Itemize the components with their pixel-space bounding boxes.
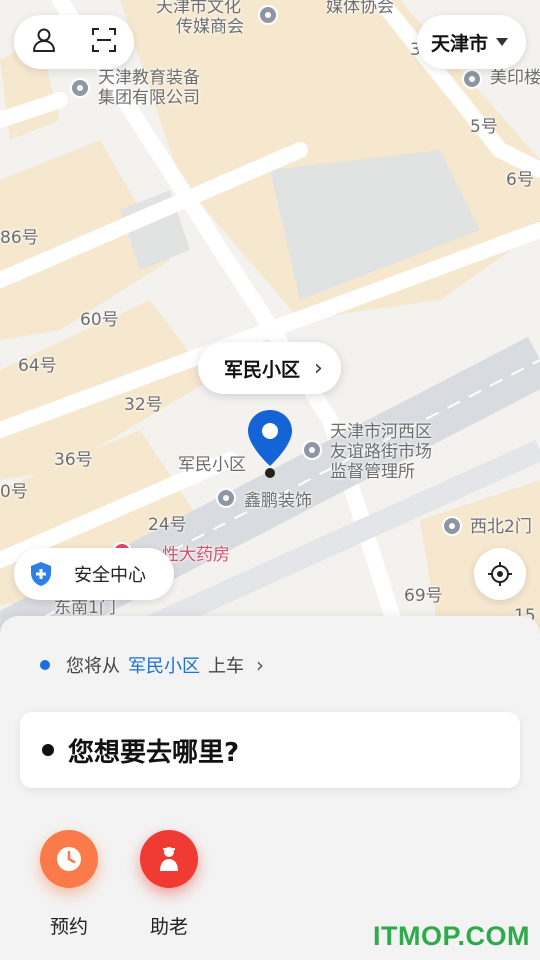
map-label: 32号	[124, 395, 163, 415]
destination-placeholder: 您想要去哪里?	[68, 737, 240, 768]
chevron-right-icon: ›	[314, 355, 323, 381]
poi-marker[interactable]	[216, 488, 236, 508]
location-pin-icon	[246, 408, 294, 484]
map-label: 60号	[80, 310, 119, 330]
map-label: 鑫鹏装饰	[244, 491, 312, 511]
city-selector[interactable]: 天津市	[416, 15, 526, 69]
chevron-right-icon: ›	[256, 653, 264, 677]
pickup-dot-icon	[40, 660, 50, 670]
map-label: 86号	[0, 228, 39, 248]
map-label: 天津市河西区	[330, 422, 432, 442]
scan-icon[interactable]	[91, 27, 117, 57]
map-label: 天津市文化	[156, 0, 241, 17]
watermark: ITMOP.COM	[372, 921, 530, 951]
map-view[interactable]: 天津市文化 传媒商会 媒体协会 天津教育装备 集团有限公司 美印楼 3 5号 6…	[0, 0, 540, 640]
map-label: 性大药房	[162, 545, 230, 565]
poi-marker[interactable]	[442, 516, 462, 536]
pickup-point-button[interactable]: 军民小区 ›	[198, 342, 341, 394]
crosshair-icon	[488, 562, 512, 586]
poi-marker[interactable]	[258, 5, 278, 25]
map-label: 5号	[470, 117, 498, 137]
map-label: 6号	[506, 170, 534, 190]
elder-assist-label: 助老	[149, 916, 188, 938]
pickup-summary[interactable]: 您将从 军民小区 上车 ›	[40, 652, 264, 678]
pickup-point-label: 军民小区	[224, 358, 301, 381]
from-prefix: 您将从	[66, 656, 120, 677]
person-icon[interactable]	[31, 27, 57, 57]
poi-marker[interactable]	[70, 78, 90, 98]
shield-icon	[31, 562, 51, 586]
map-label: 69号	[404, 586, 443, 606]
locate-me-button[interactable]	[474, 548, 526, 600]
city-name: 天津市	[430, 32, 488, 55]
map-label: 友谊路街市场	[330, 442, 432, 462]
map-label: 集团有限公司	[98, 88, 200, 108]
reservation-label: 预约	[49, 916, 88, 938]
map-label: 传媒商会	[176, 17, 244, 37]
safety-center-label: 安全中心	[74, 565, 146, 586]
elder-icon	[140, 830, 198, 888]
caret-down-icon	[496, 38, 508, 46]
reservation-button[interactable]: 预约	[24, 830, 114, 939]
destination-input[interactable]: 您想要去哪里?	[20, 712, 520, 788]
map-label: 西北2门	[470, 517, 532, 537]
map-label: 媒体协会	[326, 0, 394, 17]
map-label: 军民小区	[178, 455, 246, 475]
bottom-sheet: 您将从 军民小区 上车 › 您想要去哪里? 预约 助老	[0, 616, 540, 960]
poi-marker[interactable]	[302, 440, 322, 460]
top-action-pill	[14, 15, 134, 69]
poi-marker[interactable]	[462, 69, 482, 89]
map-label: 24号	[148, 515, 187, 535]
map-label: 监督管理所	[330, 462, 415, 482]
map-label: 64号	[18, 356, 57, 376]
map-label: 东南1门	[54, 598, 116, 618]
map-label: 0号	[0, 482, 28, 502]
map-label: 美印楼	[490, 68, 540, 88]
from-suffix: 上车	[208, 656, 244, 677]
clock-icon	[40, 830, 98, 888]
elder-assist-button[interactable]: 助老	[124, 830, 214, 939]
map-label: 36号	[54, 450, 93, 470]
map-label: 天津教育装备	[98, 68, 200, 88]
from-location: 军民小区	[128, 656, 200, 677]
destination-dot-icon	[42, 744, 54, 756]
safety-center-button[interactable]: 安全中心	[14, 548, 174, 600]
